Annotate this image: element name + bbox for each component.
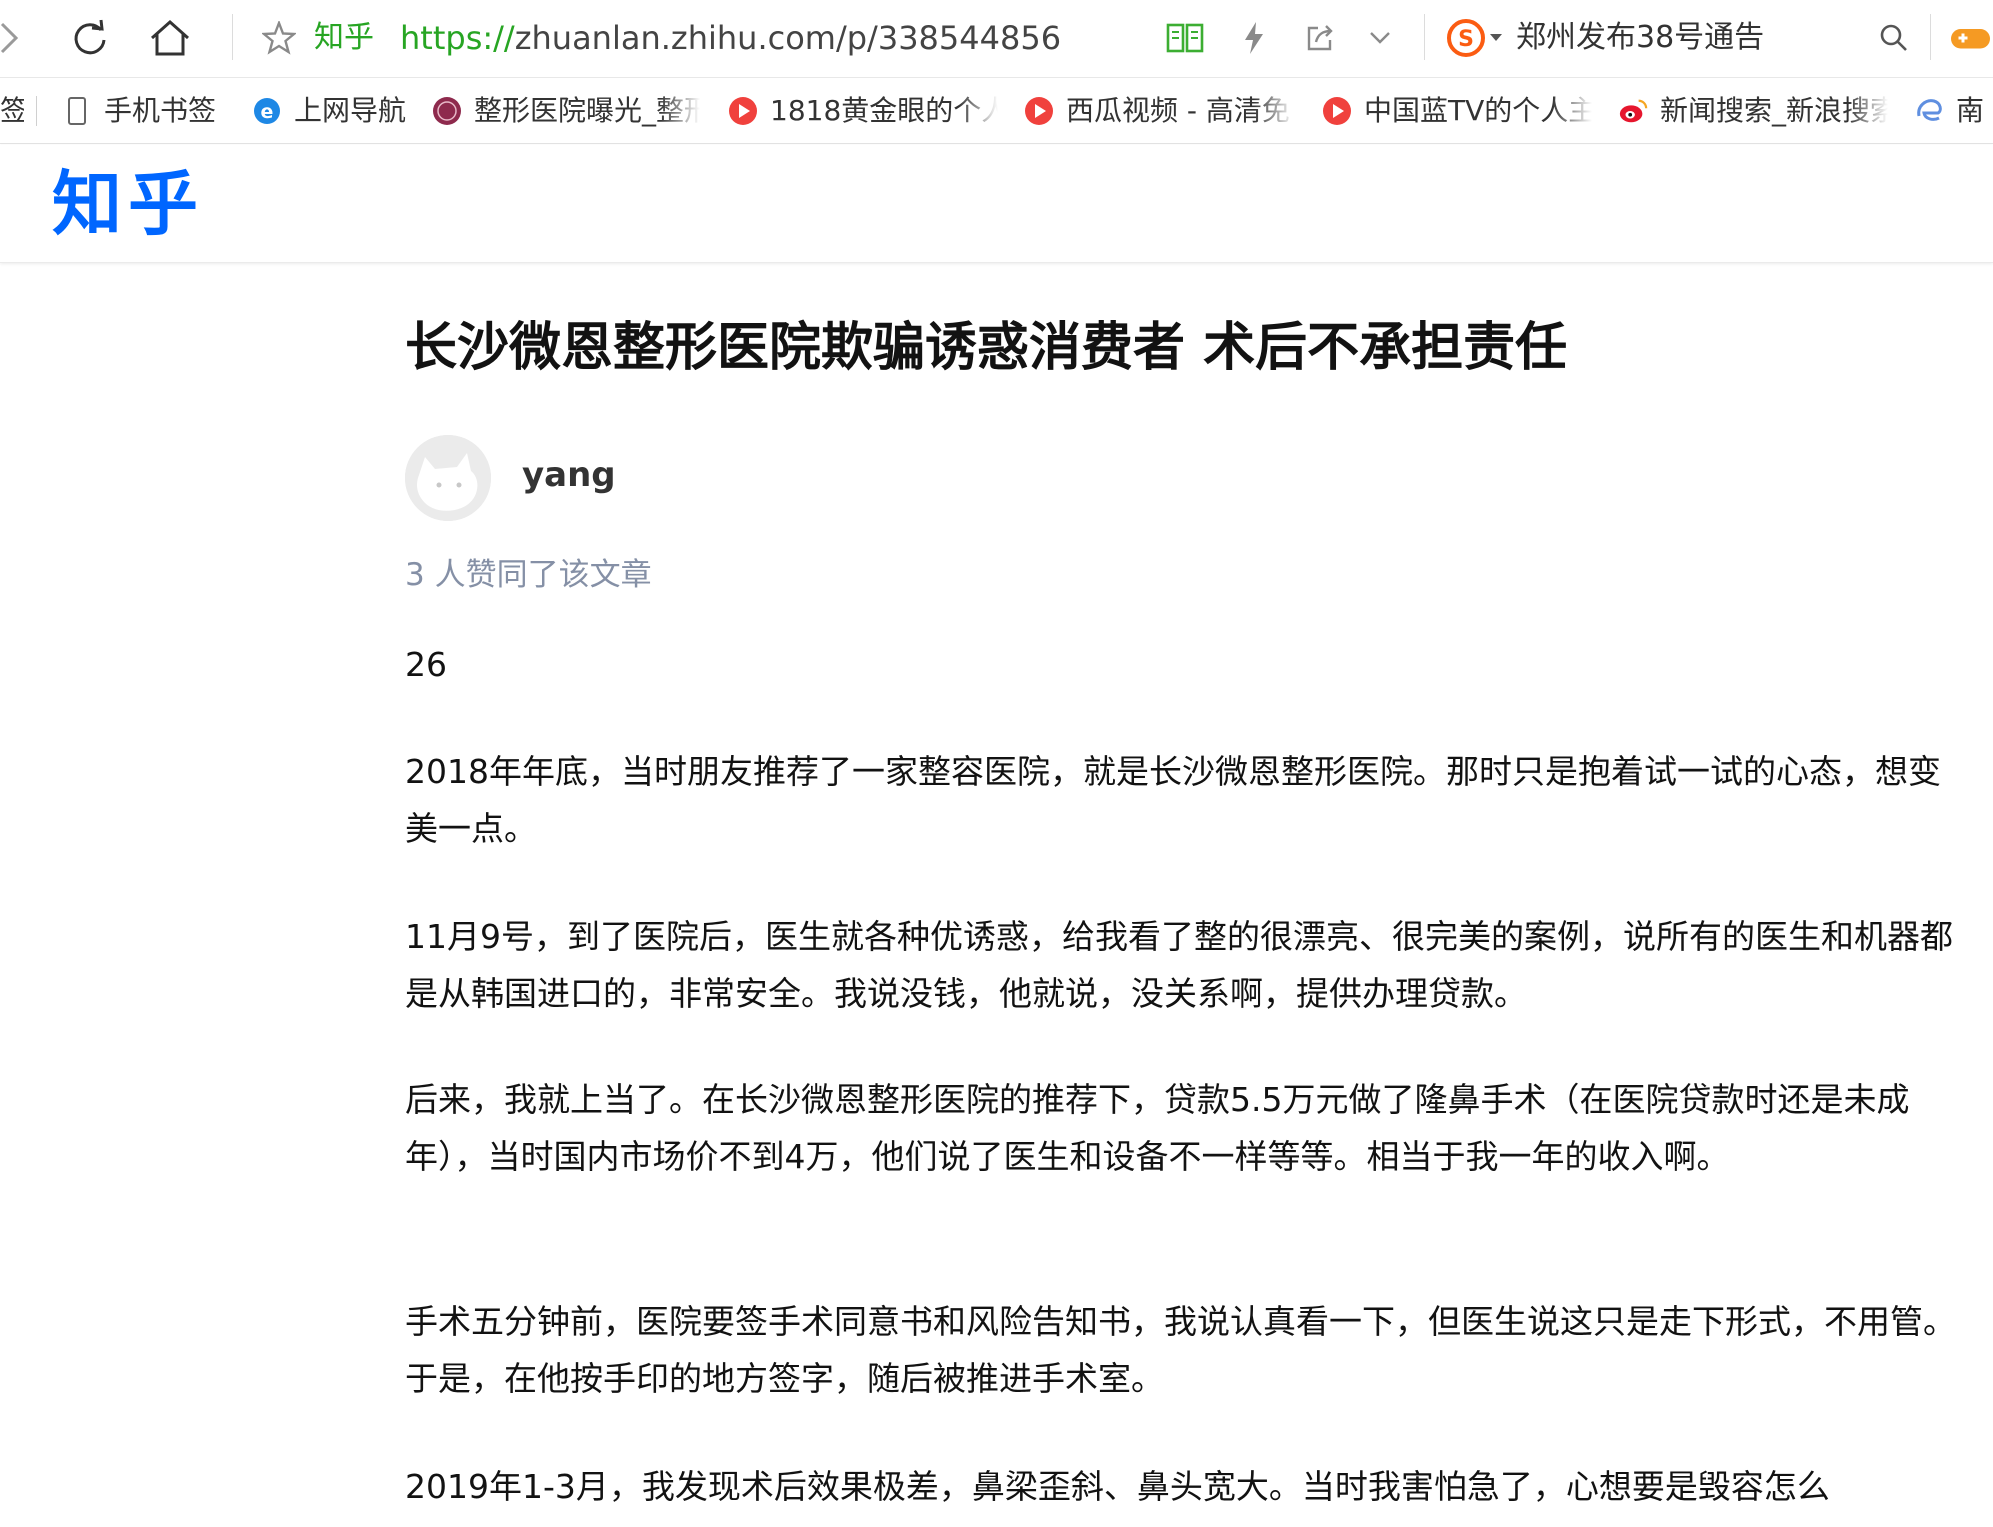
svg-text:e: e xyxy=(261,101,274,123)
bookmark-label: 签 xyxy=(0,94,24,128)
caret-down-icon[interactable] xyxy=(1488,28,1504,48)
bookmark-label: 手机书签 xyxy=(104,94,217,127)
edge-icon xyxy=(1914,96,1944,126)
bookmark-item-video[interactable]: 西瓜视频 - 高清免 xyxy=(1024,78,1294,143)
ie-icon: e xyxy=(252,96,282,126)
video-play-icon xyxy=(1322,96,1352,126)
home-icon[interactable] xyxy=(144,14,196,62)
url-path: zhuanlan.zhihu.com/p/338544856 xyxy=(514,19,1062,57)
bookmark-label: 上网导航 xyxy=(294,94,407,127)
article-paragraph: 2018年年底，当时朋友推荐了一家整容医院，就是长沙微恩整形医院。那时只是抱着试… xyxy=(405,752,1941,848)
video-play-icon xyxy=(728,96,758,126)
address-bar: 知乎 https://zhuanlan.zhihu.com/p/33854485… xyxy=(0,0,1993,78)
toolbar-divider xyxy=(1424,14,1425,60)
article-paragraph: 手术五分钟前，医院要签手术同意书和风险告知书，我说认真看一下，但医生说这只是走下… xyxy=(405,1302,1956,1398)
toolbar-divider xyxy=(1930,14,1931,60)
bookmark-item-partial[interactable]: 南 xyxy=(1914,78,1993,143)
bookmarks-bar: 签 手机书签 e 上网导航 整形医院曝光_整形 1818黄金眼的个人 xyxy=(0,78,1993,144)
star-icon[interactable] xyxy=(259,18,299,58)
forward-icon[interactable] xyxy=(0,18,20,58)
site-name: 知乎 xyxy=(314,20,374,55)
toolbar-divider xyxy=(232,14,233,60)
zhihu-logo[interactable]: 知乎 xyxy=(52,159,204,249)
bookmark-item-mobile[interactable]: 手机书签 xyxy=(62,78,242,143)
phone-icon xyxy=(62,96,92,126)
bookmark-divider xyxy=(36,96,37,126)
bookmark-label: 南 xyxy=(1956,94,1985,127)
url-field[interactable]: https://zhuanlan.zhihu.com/p/338544856 xyxy=(400,17,1061,59)
avatar[interactable] xyxy=(405,435,491,521)
article-paragraph: 后来，我就上当了。在长沙微恩整形医院的推荐下，贷款5.5万元做了隆鼻手术（在医院… xyxy=(405,1080,1910,1176)
weibo-icon xyxy=(1618,96,1648,126)
article-paragraph: 2019年1-3月，我发现术后效果极差，鼻梁歪斜、鼻头宽大。当时我害怕急了，心想… xyxy=(405,1467,1830,1506)
search-input[interactable]: 郑州发布38号通告 xyxy=(1516,17,1764,59)
article-title: 长沙微恩整形医院欺骗诱惑消费者 术后不承担责任 xyxy=(405,318,1568,378)
gamepad-icon[interactable] xyxy=(1948,20,1993,56)
url-scheme: https:// xyxy=(400,19,515,57)
lightning-icon[interactable] xyxy=(1236,18,1272,58)
author-name[interactable]: yang xyxy=(522,453,616,497)
search-icon[interactable] xyxy=(1874,18,1914,58)
article-paragraph: 26 xyxy=(405,645,447,684)
bookmark-item-nav[interactable]: e 上网导航 xyxy=(252,78,417,143)
bookmark-item[interactable]: 签 xyxy=(0,78,24,143)
svg-text:S: S xyxy=(1458,27,1474,52)
chevron-down-icon[interactable] xyxy=(1362,18,1398,58)
video-play-icon xyxy=(1024,96,1054,126)
reload-icon[interactable] xyxy=(66,14,114,62)
article-paragraph: 11月9号，到了医院后，医生就各种优诱惑，给我看了整的很漂亮、很完美的案例，说所… xyxy=(405,917,1953,1013)
bookmark-item-weibo[interactable]: 新闻搜索_新浪搜索 xyxy=(1618,78,1888,143)
bookmark-item-video[interactable]: 1818黄金眼的个人 xyxy=(728,78,998,143)
reader-mode-icon[interactable] xyxy=(1164,18,1206,58)
site-header: 知乎 xyxy=(0,145,1993,263)
sogou-search-icon[interactable]: S xyxy=(1444,16,1488,60)
bookmark-item-video[interactable]: 中国蓝TV的个人主 xyxy=(1322,78,1592,143)
bookmark-item-hospital[interactable]: 整形医院曝光_整形 xyxy=(432,78,700,143)
hospital-logo-icon xyxy=(432,96,462,126)
share-icon[interactable] xyxy=(1300,18,1340,58)
upvote-count: 3 人赞同了该文章 xyxy=(405,557,652,593)
